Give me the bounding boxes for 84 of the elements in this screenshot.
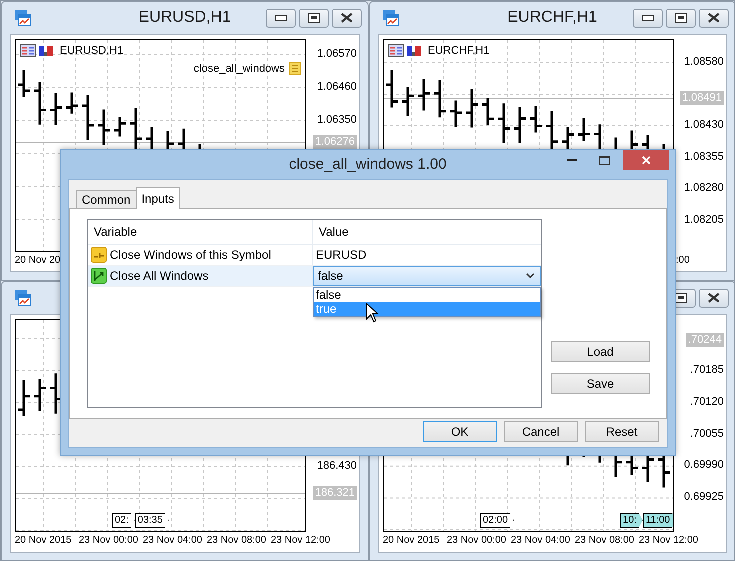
minimize-icon	[642, 15, 654, 21]
price-axis-label: 186.430	[317, 459, 357, 473]
current-price-label: 186.321	[313, 486, 357, 500]
column-header[interactable]: Value	[313, 220, 349, 244]
date-axis-label: 23 Nov 04:00	[511, 534, 570, 548]
minimize-icon	[567, 158, 577, 162]
date-axis-label: 20 Nov 2015	[15, 534, 72, 548]
table-icon	[20, 44, 36, 57]
chevron-down-icon	[526, 273, 535, 279]
current-price-label: .70244	[686, 333, 724, 347]
restore-icon	[308, 13, 320, 23]
variable-value: EURUSD	[315, 248, 367, 262]
close-icon	[642, 156, 650, 164]
price-axis-label: 0.69925	[684, 490, 724, 504]
price-axis-label: 1.08580	[684, 55, 724, 69]
tab[interactable]: Inputs	[136, 187, 180, 209]
price-axis-label: 1.08205	[684, 212, 724, 226]
minimize-button[interactable]	[633, 8, 663, 28]
variable-name: Close All Windows	[110, 269, 209, 283]
window-title: EURUSD,H1	[138, 9, 232, 27]
close-button[interactable]	[332, 8, 362, 28]
close-icon	[341, 13, 353, 23]
indicator-label: close_all_windows	[194, 62, 285, 74]
date-axis-label: 23 Nov 12:00	[639, 534, 698, 548]
chart-symbol-label: EURCHF,H1	[428, 44, 490, 56]
variable-name: Close Windows of this Symbol	[110, 248, 272, 262]
price-axis-label: 1.06350	[317, 113, 357, 127]
table-icon	[388, 44, 404, 57]
maximize-icon	[598, 156, 610, 164]
dropdown-option[interactable]: false	[314, 288, 540, 302]
time-tag: 10:	[620, 513, 643, 528]
date-axis-label: 23 Nov 04:00	[143, 534, 202, 548]
date-axis-label: 23 Nov 00:00	[79, 534, 138, 548]
current-price-label: 1.06276	[313, 135, 357, 149]
date-axis-label: 20 Nov 20	[15, 254, 61, 268]
price-axis-label: .70185	[690, 363, 724, 377]
dialog-button[interactable]: Save	[551, 373, 650, 394]
restore-button[interactable]	[666, 8, 696, 28]
bookmark-icon	[38, 44, 54, 57]
price-axis-label: .70120	[690, 394, 724, 409]
chart-window-icon	[382, 9, 400, 27]
price-axis-label: .70055	[690, 426, 724, 441]
chart-symbol-label: EURUSD,H1	[60, 44, 124, 56]
price-axis-label: 1.08430	[684, 118, 724, 132]
date-axis-label: 23 Nov 08:00	[575, 534, 634, 548]
current-price-label: 1.08491	[680, 91, 724, 105]
dialog-button[interactable]: Cancel	[504, 421, 578, 442]
value-dropdown[interactable]: false	[313, 266, 541, 286]
tab[interactable]: Common	[76, 190, 137, 208]
minimize-icon	[275, 15, 287, 21]
close-icon	[708, 13, 720, 23]
minimize-button[interactable]	[266, 8, 296, 28]
time-tag: 03:35	[134, 513, 169, 528]
window-title: EURCHF,H1	[508, 9, 598, 27]
price-axis-label: 0.69990	[684, 458, 724, 472]
date-axis-label: 20 Nov 2015	[383, 534, 440, 548]
date-axis-label: 23 Nov 08:00	[207, 534, 266, 548]
date-axis-label: 23 Nov 12:00	[271, 534, 330, 548]
close-button[interactable]	[699, 8, 729, 28]
time-tag: 11:00	[642, 513, 673, 528]
time-tag: 02:00	[480, 513, 514, 528]
dialog-button[interactable]: Load	[551, 341, 650, 362]
script-icon	[289, 62, 301, 75]
column-header[interactable]: Variable	[88, 220, 313, 244]
price-axis-label: 1.06570	[317, 47, 357, 61]
chart-window-icon	[14, 289, 32, 307]
text-type-icon	[91, 247, 107, 263]
date-axis-label: :00	[676, 254, 690, 268]
price-axis-label: 1.08355	[684, 150, 724, 164]
price-axis-label: 1.08280	[684, 181, 724, 195]
price-axis-label: 1.06460	[317, 80, 357, 94]
restore-icon	[675, 293, 687, 303]
restore-button[interactable]	[299, 8, 329, 28]
dialog-title: close_all_windows 1.00	[289, 156, 447, 173]
time-tag: 02:	[112, 513, 135, 528]
dialog-button[interactable]: Reset	[585, 421, 659, 442]
date-axis-label: 23 Nov 00:00	[447, 534, 506, 548]
chart-window-icon	[14, 9, 32, 27]
restore-icon	[675, 13, 687, 23]
bookmark-icon	[406, 44, 422, 57]
close-icon	[708, 293, 720, 303]
toggle-type-icon	[91, 268, 107, 284]
close-button[interactable]	[699, 288, 729, 308]
dialog-button[interactable]: OK	[423, 421, 497, 442]
